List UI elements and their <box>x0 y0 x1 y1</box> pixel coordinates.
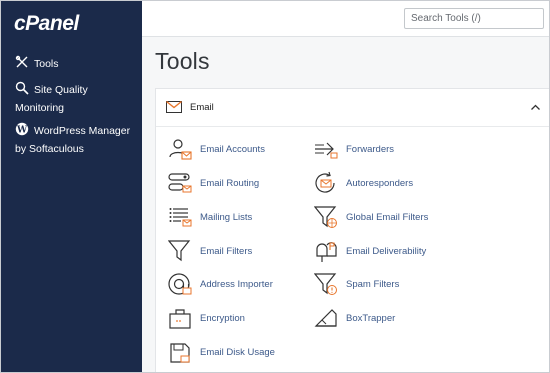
tools-icon <box>15 55 28 68</box>
tool-email-filters[interactable]: Email Filters <box>168 239 308 265</box>
tool-encryption[interactable]: Encryption <box>168 306 308 332</box>
top-bar <box>142 1 549 37</box>
tool-label: Email Deliverability <box>346 246 427 257</box>
svg-text:W: W <box>16 125 28 135</box>
tool-boxtrapper[interactable]: BoxTrapper <box>314 306 454 332</box>
email-panel: Email Email Accounts Forwarders Email Ro… <box>155 88 549 372</box>
tool-label: Email Routing <box>200 178 260 189</box>
tool-label: Address Importer <box>200 279 273 290</box>
tool-label: Forwarders <box>346 144 395 155</box>
address-importer-icon <box>168 273 192 295</box>
tool-label: Mailing Lists <box>200 212 253 223</box>
tool-label: Spam Filters <box>346 279 400 290</box>
autoresponders-icon <box>315 171 335 193</box>
tool-forwarders[interactable]: Forwarders <box>314 137 454 163</box>
main-content: Tools Email Email <box>142 1 549 372</box>
tool-label: Email Filters <box>200 246 253 257</box>
wordpress-icon: W <box>15 122 29 135</box>
tool-label: Global Email Filters <box>346 212 429 223</box>
tool-label: BoxTrapper <box>346 313 396 324</box>
email-section-header[interactable]: Email <box>156 89 549 127</box>
encryption-icon <box>169 309 191 329</box>
mailing-lists-icon <box>169 208 192 227</box>
tool-autoresponders[interactable]: Autoresponders <box>314 171 454 197</box>
spam-filters-icon <box>314 273 337 295</box>
email-routing-icon <box>168 173 192 193</box>
sidebar-item-label: Tools <box>34 58 59 70</box>
tool-spam-filters[interactable]: Spam Filters <box>314 272 454 298</box>
email-accounts-icon <box>169 139 192 160</box>
email-filters-icon <box>168 240 191 262</box>
tool-label: Email Disk Usage <box>200 347 275 358</box>
page-title: Tools <box>155 48 210 74</box>
mailbox-icon <box>316 242 337 262</box>
chevron-up-icon[interactable] <box>531 104 540 110</box>
search-input[interactable] <box>404 8 544 29</box>
tool-mailing-lists[interactable]: Mailing Lists <box>168 205 308 231</box>
tool-label: Autoresponders <box>346 178 414 189</box>
forwarders-icon <box>315 142 338 159</box>
global-filters-icon <box>314 206 337 228</box>
sidebar-item-tools[interactable]: Tools <box>15 55 59 73</box>
tool-email-disk-usage[interactable]: Email Disk Usage <box>168 340 308 366</box>
sidebar: cPanel Tools Site Quality Monitoring W W… <box>1 1 142 372</box>
envelope-icon <box>166 101 182 113</box>
search-icon <box>15 81 29 95</box>
tool-global-email-filters[interactable]: Global Email Filters <box>314 205 454 231</box>
tool-label: Email Accounts <box>200 144 265 155</box>
cpanel-logo[interactable]: cPanel <box>14 12 79 36</box>
tool-label: Encryption <box>200 313 245 324</box>
tool-email-routing[interactable]: Email Routing <box>168 171 308 197</box>
tool-email-deliverability[interactable]: Email Deliverability <box>314 239 454 265</box>
section-title: Email <box>190 102 214 113</box>
tool-address-importer[interactable]: Address Importer <box>168 272 308 298</box>
boxtrapper-icon <box>314 309 337 327</box>
sidebar-item-wordpress[interactable]: W WordPress Manager by Softaculous <box>15 122 140 158</box>
tool-email-accounts[interactable]: Email Accounts <box>168 137 308 163</box>
sidebar-item-site-quality[interactable]: Site Quality Monitoring <box>15 81 135 117</box>
disk-usage-icon <box>170 343 190 363</box>
sidebar-item-label: WordPress Manager by Softaculous <box>15 125 131 155</box>
cpanel-window: cPanel Tools Site Quality Monitoring W W… <box>0 0 550 373</box>
